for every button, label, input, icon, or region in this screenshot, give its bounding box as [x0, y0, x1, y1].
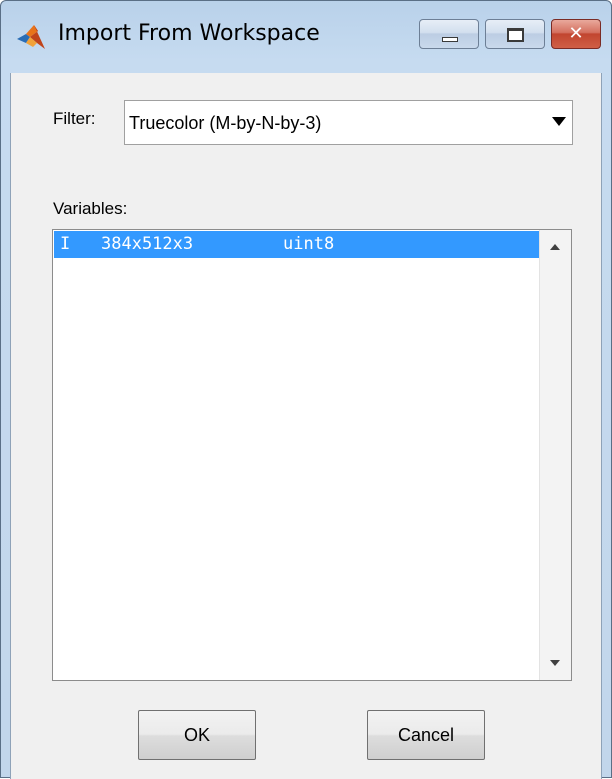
title-bar[interactable]: Import From Workspace ✕ [1, 1, 611, 73]
matlab-logo-icon [15, 23, 47, 51]
import-dialog-window: Import From Workspace ✕ Filter: Truecolo… [0, 0, 612, 779]
chevron-down-icon[interactable] [552, 117, 566, 126]
cancel-button-label: Cancel [397, 725, 455, 745]
variables-list[interactable]: I 384x512x3 uint8 [52, 229, 572, 681]
variable-name: I [60, 234, 71, 254]
scroll-down-arrow-icon[interactable] [550, 660, 560, 666]
dialog-body: Filter: Truecolor (M-by-N-by-3) Variable… [10, 73, 602, 779]
minimize-button[interactable] [419, 19, 479, 49]
ok-button[interactable]: OK [138, 710, 256, 760]
window-title: Import From Workspace [58, 21, 320, 46]
ok-button-label: OK [183, 725, 210, 745]
filter-selected-value: Truecolor (M-by-N-by-3) [129, 113, 322, 133]
cancel-button[interactable]: Cancel [367, 710, 485, 760]
variable-class: uint8 [283, 234, 335, 254]
vertical-scrollbar[interactable] [539, 230, 571, 680]
maximize-icon [507, 28, 524, 42]
close-button[interactable]: ✕ [551, 19, 601, 49]
scroll-up-arrow-icon[interactable] [550, 244, 560, 250]
filter-dropdown[interactable]: Truecolor (M-by-N-by-3) [124, 100, 573, 145]
minimize-icon [442, 37, 458, 42]
maximize-button[interactable] [485, 19, 545, 49]
list-item[interactable]: I 384x512x3 uint8 [54, 231, 539, 258]
variables-label: Variables: [53, 199, 128, 218]
filter-label: Filter: [53, 109, 96, 128]
close-icon: ✕ [568, 23, 584, 44]
variable-size: 384x512x3 [101, 234, 194, 254]
